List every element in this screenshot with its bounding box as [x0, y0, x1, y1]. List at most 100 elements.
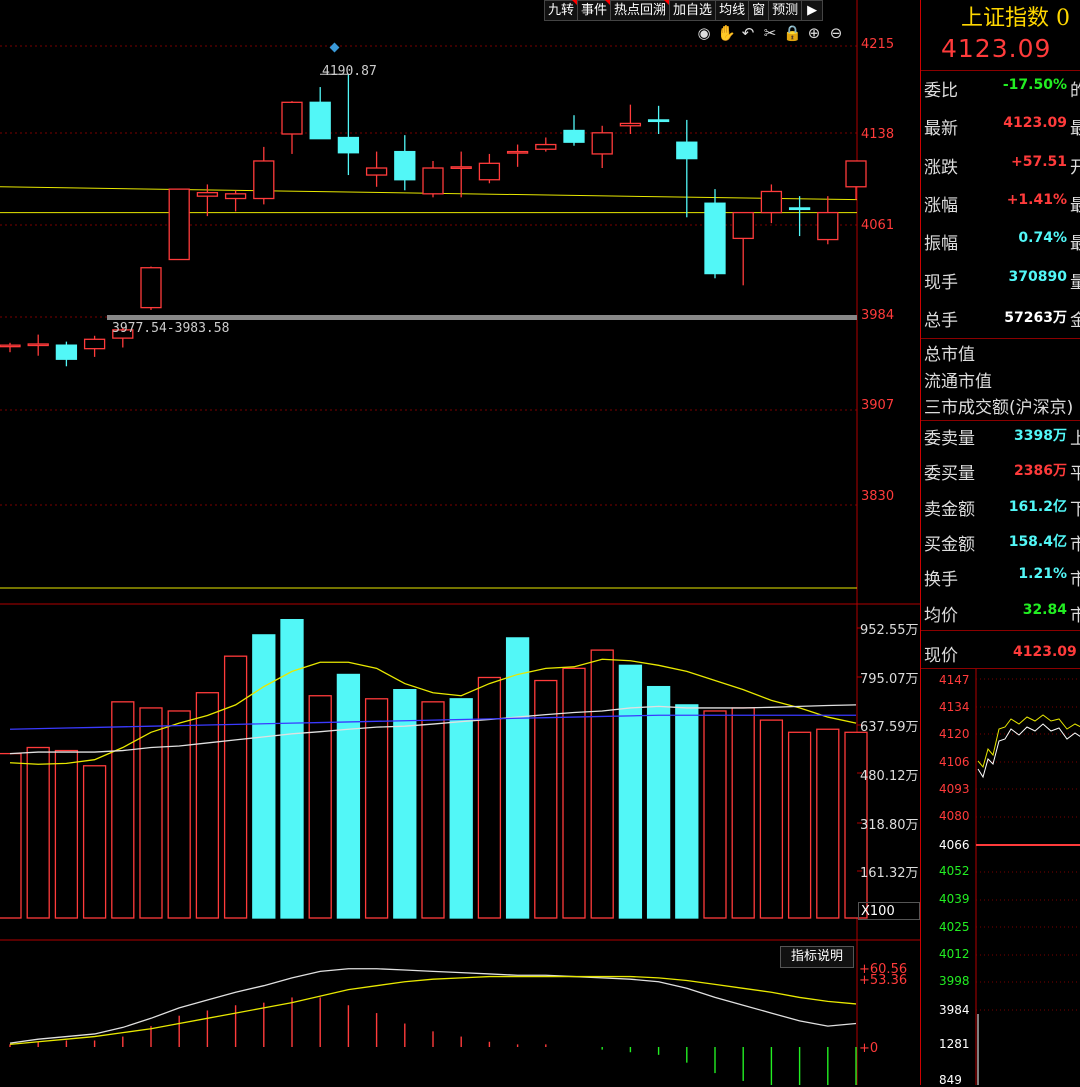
candle[interactable]	[478, 153, 501, 184]
volume-bar[interactable]	[308, 695, 332, 919]
quote-label: 涨幅	[924, 195, 958, 216]
candle[interactable]	[563, 115, 585, 146]
candle[interactable]	[309, 87, 331, 140]
volume-bar[interactable]	[54, 749, 79, 919]
volume-bar[interactable]	[364, 698, 389, 919]
eye-icon[interactable]: ◉	[695, 24, 713, 42]
candle[interactable]	[506, 144, 529, 167]
volume-bar[interactable]	[618, 664, 643, 919]
candle[interactable]	[422, 160, 444, 198]
volume-bar[interactable]	[26, 746, 50, 919]
candle[interactable]	[760, 184, 783, 224]
candle[interactable]	[845, 160, 867, 200]
toolbar-button-6[interactable]: 预测	[768, 0, 803, 21]
volume-bar[interactable]	[336, 673, 361, 919]
candle[interactable]	[817, 196, 839, 245]
volume-bar[interactable]	[646, 685, 671, 919]
volume-bar[interactable]	[477, 676, 502, 919]
quote-value: +1.41%	[1006, 191, 1067, 208]
candle[interactable]	[27, 334, 49, 356]
quote-panel: 上证指数 0 4123.09 委比 -17.50% 的最新 4123.09 最涨跌 +57…	[920, 0, 1080, 1087]
exit-right-icon[interactable]: ▶	[801, 0, 824, 21]
volume-bar[interactable]	[731, 707, 755, 919]
candle[interactable]	[647, 105, 670, 134]
hand-icon[interactable]: ✋	[717, 24, 736, 42]
quote-row-0: 委卖量 3398万上	[921, 424, 1080, 450]
quote-label: 现手	[924, 272, 958, 293]
quote-value: 161.2亿	[1008, 498, 1067, 515]
scissors-icon[interactable]: ✂	[761, 24, 779, 42]
event-diamond-icon[interactable]	[329, 42, 340, 53]
mini-axis-tick: 4134	[939, 700, 970, 714]
toolbar-button-0[interactable]: 九转	[544, 0, 579, 21]
volume-bar[interactable]	[816, 728, 840, 919]
zoom-out-icon[interactable]: ⊖	[827, 24, 845, 42]
total-market-cap-label: 总市值	[924, 345, 975, 365]
mini-avg-line	[977, 714, 1080, 769]
price-axis-tick: 3984	[861, 308, 895, 323]
indicator-help-button[interactable]: 指标说明	[780, 946, 854, 968]
quote-value: 3398万	[1014, 428, 1067, 444]
quote-trailing-label: 最	[1070, 234, 1080, 255]
volume-bar[interactable]	[562, 667, 586, 919]
candle[interactable]	[591, 125, 613, 169]
candle[interactable]	[0, 342, 21, 353]
volume-bar[interactable]	[449, 698, 473, 919]
candle[interactable]	[394, 135, 416, 191]
volume-bar[interactable]	[675, 704, 699, 919]
volume-bar[interactable]	[703, 710, 727, 919]
candle[interactable]	[732, 211, 754, 286]
mini-axis-tick: 4052	[939, 864, 970, 878]
volume-bar[interactable]	[0, 752, 22, 919]
candle[interactable]	[196, 184, 219, 217]
zoom-in-icon[interactable]: ⊕	[805, 24, 823, 42]
volume-bar[interactable]	[505, 637, 530, 919]
mini-price-line	[977, 723, 1080, 779]
toolbar-button-3[interactable]: 加自选	[669, 0, 717, 21]
candle[interactable]	[281, 101, 303, 154]
volume-bar[interactable]	[393, 689, 417, 919]
candle[interactable]	[788, 196, 811, 237]
undo-icon[interactable]: ↶	[739, 24, 757, 42]
main-chart[interactable]	[0, 0, 920, 1085]
volume-bar[interactable]	[223, 655, 248, 919]
toolbar: 九转 事件 热点回溯 加自选 均线窗预测 ▶	[544, 0, 824, 21]
volume-bar[interactable]	[759, 719, 784, 919]
quote-row-3: 涨幅 +1.41% 最	[921, 191, 1080, 217]
volume-bar[interactable]	[252, 634, 276, 919]
toolbar-button-5[interactable]: 窗	[748, 0, 770, 21]
quote-value: 2386万	[1014, 463, 1067, 480]
candle[interactable]	[253, 146, 275, 205]
volume-bar[interactable]	[82, 765, 107, 919]
volume-bar[interactable]	[167, 710, 191, 919]
candle[interactable]	[140, 266, 162, 310]
quote-trailing-label: 开	[1070, 157, 1080, 178]
volume-bar[interactable]	[590, 649, 614, 919]
candle[interactable]	[55, 341, 78, 367]
candle[interactable]	[168, 188, 190, 261]
volume-bar[interactable]	[111, 701, 135, 919]
price-axis-tick: 4215	[861, 37, 895, 52]
candle[interactable]	[704, 189, 726, 279]
volume-bar[interactable]	[195, 692, 220, 919]
volume-axis-tick: 480.12万	[860, 769, 919, 784]
volume-bar[interactable]	[787, 731, 812, 919]
candle[interactable]	[337, 74, 360, 176]
candle[interactable]	[365, 151, 388, 187]
lock-icon[interactable]: 🔒	[783, 24, 802, 42]
candle[interactable]	[535, 137, 557, 152]
volume-bar[interactable]	[139, 707, 163, 919]
toolbar-button-1[interactable]: 事件	[577, 0, 612, 21]
candle[interactable]	[83, 335, 106, 357]
volume-bar[interactable]	[534, 679, 558, 919]
volume-bar[interactable]	[421, 701, 445, 919]
candle[interactable]	[676, 119, 698, 218]
toolbar-button-2[interactable]: 热点回溯	[610, 0, 671, 21]
toolbar-button-4[interactable]: 均线	[715, 0, 750, 21]
candle[interactable]	[619, 104, 642, 134]
volume-bar[interactable]	[280, 618, 304, 919]
price-axis-tick: 3830	[861, 488, 895, 504]
candle[interactable]	[450, 151, 472, 198]
candle[interactable]	[224, 190, 247, 212]
volume-scale-label[interactable]: X100	[858, 902, 920, 920]
